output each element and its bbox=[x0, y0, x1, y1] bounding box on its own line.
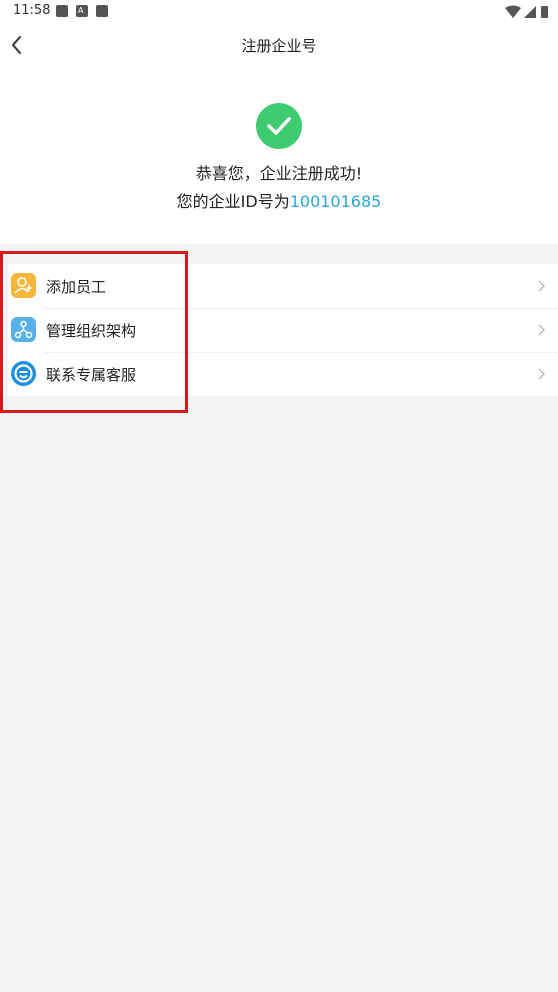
menu-item-manage-org[interactable]: 管理组织架构 bbox=[0, 308, 558, 352]
wifi-icon bbox=[505, 5, 521, 18]
menu-item-add-employee[interactable]: 添加员工 bbox=[0, 264, 558, 308]
nav-bar: 注册企业号 bbox=[0, 24, 558, 66]
signal-icon bbox=[524, 6, 536, 18]
menu-item-label: 添加员工 bbox=[46, 278, 107, 296]
app-notification-icon: A bbox=[76, 5, 88, 17]
customer-service-icon bbox=[11, 361, 36, 386]
org-structure-icon bbox=[11, 317, 36, 342]
battery-icon bbox=[541, 6, 548, 18]
status-indicators bbox=[504, 4, 550, 18]
chevron-right-icon bbox=[538, 368, 546, 380]
success-message: 恭喜您，企业注册成功! bbox=[195, 164, 363, 183]
enterprise-id-line: 您的企业ID号为100101685 bbox=[0, 188, 558, 212]
status-time: 11:58 bbox=[13, 3, 51, 18]
action-menu: 添加员工 管理组织架构 联系专属客服 bbox=[0, 264, 558, 396]
notification-icon bbox=[56, 5, 68, 17]
success-check-icon bbox=[256, 103, 302, 149]
enterprise-id-value: 100101685 bbox=[289, 192, 382, 211]
status-bar: 11:58 A bbox=[0, 0, 558, 24]
page-title: 注册企业号 bbox=[241, 37, 317, 55]
add-user-icon bbox=[11, 273, 36, 298]
chevron-right-icon bbox=[538, 280, 546, 292]
success-panel: 恭喜您，企业注册成功! 您的企业ID号为100101685 bbox=[0, 66, 558, 244]
menu-item-contact-support[interactable]: 联系专属客服 bbox=[0, 352, 558, 396]
enterprise-id-prefix: 您的企业ID号为 bbox=[176, 192, 290, 211]
menu-item-label: 管理组织架构 bbox=[46, 322, 137, 340]
menu-item-label: 联系专属客服 bbox=[46, 366, 137, 384]
notification-icon-2 bbox=[96, 5, 108, 17]
chevron-right-icon bbox=[538, 324, 546, 336]
